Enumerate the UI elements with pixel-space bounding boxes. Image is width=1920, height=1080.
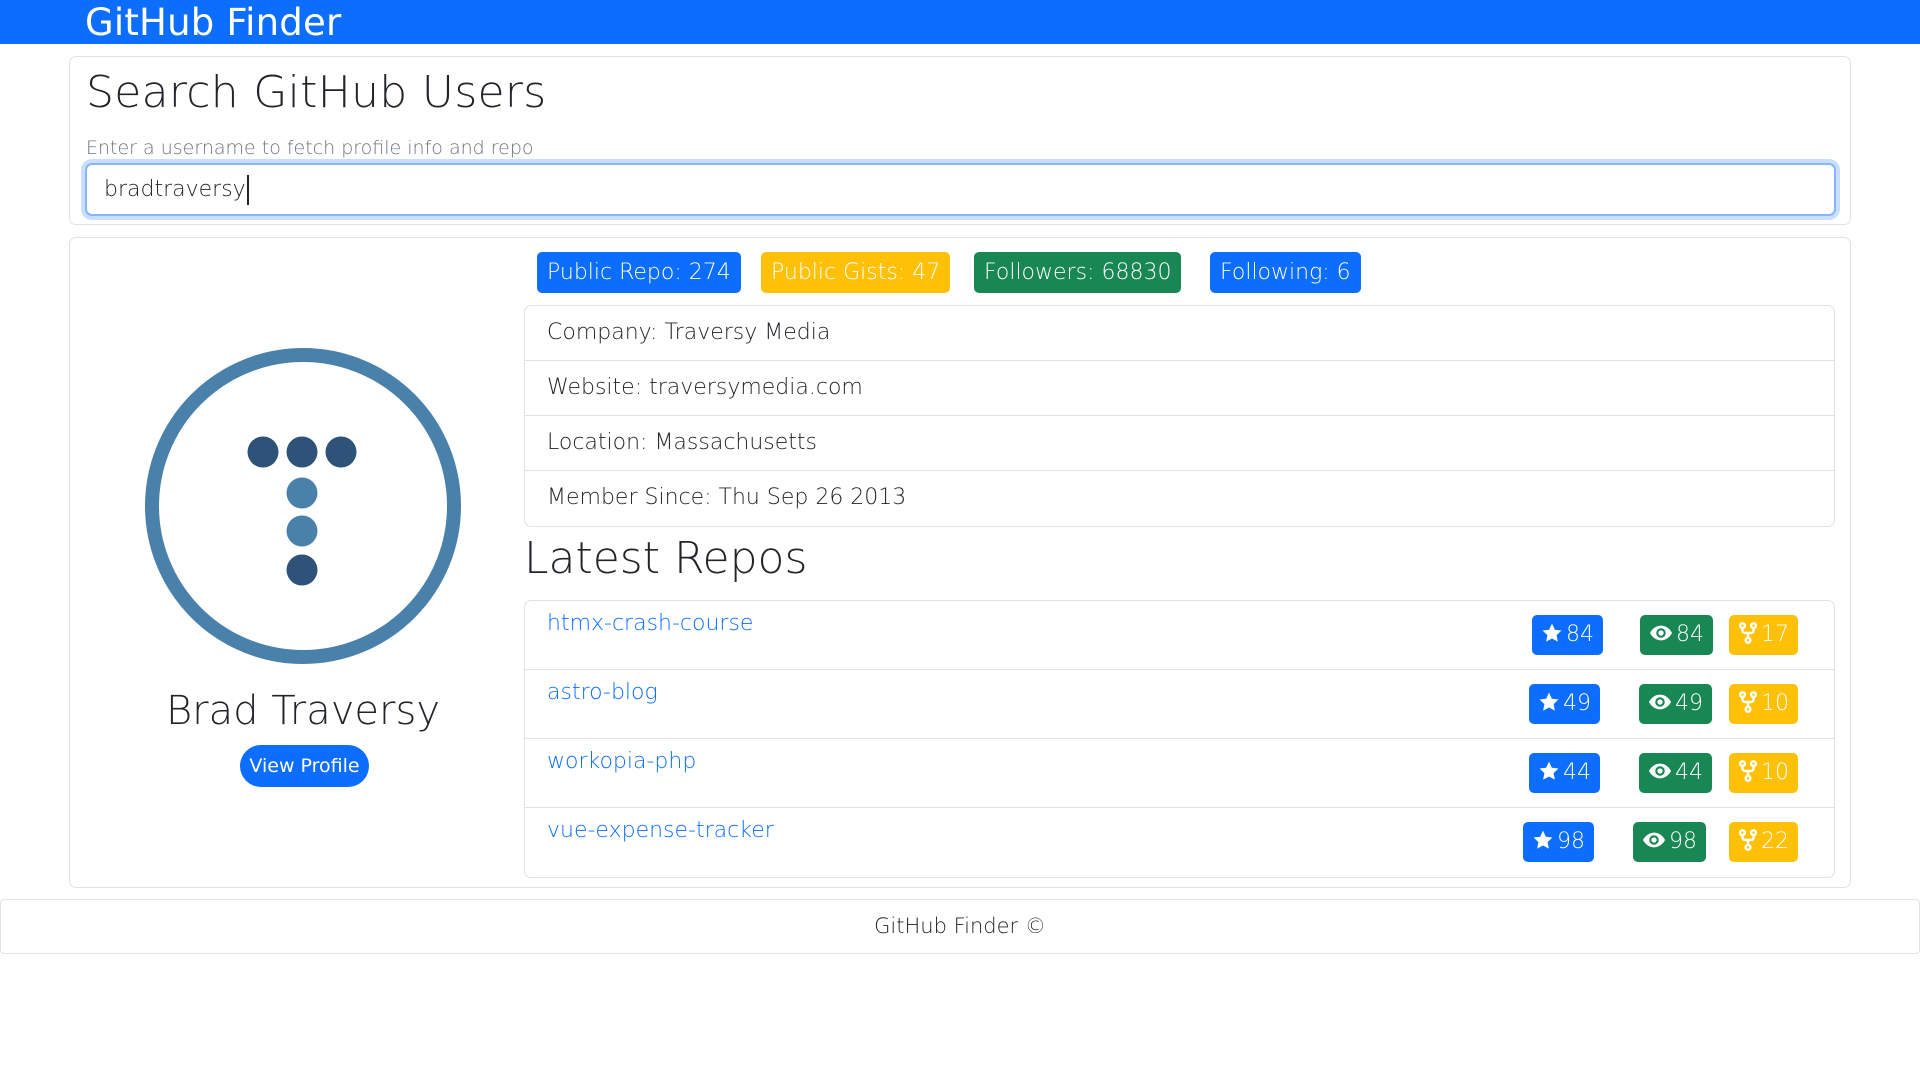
watchers-badge: 44 (1639, 753, 1712, 793)
view-profile-button[interactable]: View Profile (240, 745, 369, 787)
profile-card: Brad Traversy View Profile Public Repo: … (69, 237, 1851, 888)
star-icon (1539, 692, 1559, 711)
eye-icon (1649, 694, 1671, 710)
repo-list: htmx-crash-course 84 84 17 astro-blog 49… (524, 600, 1835, 878)
info-location: Location: Massachusetts (525, 416, 1834, 471)
star-icon (1533, 830, 1553, 849)
following-badge: Following: 6 (1210, 252, 1361, 293)
repo-row: htmx-crash-course 84 84 17 (525, 601, 1834, 670)
footer: GitHub Finder © (0, 899, 1920, 954)
fork-icon (1738, 760, 1758, 782)
search-hint: Enter a username to fetch profile info a… (86, 137, 534, 159)
repo-row: vue-expense-tracker 98 98 22 (525, 808, 1834, 877)
info-company: Company: Traversy Media (525, 306, 1834, 361)
star-icon (1542, 623, 1562, 642)
repo-row: astro-blog 49 49 10 (525, 670, 1834, 739)
stars-badge: 44 (1529, 753, 1600, 793)
forks-badge: 10 (1729, 684, 1798, 724)
public-repos-badge: Public Repo: 274 (537, 252, 741, 293)
latest-repos-title: Latest Repos (524, 533, 808, 584)
forks-badge: 17 (1729, 615, 1798, 655)
eye-icon (1643, 832, 1665, 848)
brand-title[interactable]: GitHub Finder (85, 0, 341, 46)
followers-badge: Followers: 68830 (974, 252, 1182, 293)
info-member-since: Member Since: Thu Sep 26 2013 (547, 485, 907, 510)
profile-name: Brad Traversy (165, 688, 440, 734)
watchers-badge: 84 (1640, 615, 1713, 655)
search-title: Search GitHub Users (86, 67, 547, 118)
stars-badge: 49 (1529, 684, 1600, 724)
repo-link[interactable]: workopia-php (547, 749, 696, 774)
repo-link[interactable]: astro-blog (547, 680, 658, 705)
star-icon (1539, 761, 1559, 780)
repo-row: workopia-php 44 44 10 (525, 739, 1834, 808)
eye-icon (1650, 625, 1672, 641)
profile-info-list: Company: Traversy Media Website: travers… (524, 305, 1835, 527)
search-input[interactable]: bradtraversy (85, 163, 1836, 216)
forks-badge: 22 (1729, 822, 1798, 862)
repo-link[interactable]: htmx-crash-course (547, 611, 753, 636)
text-caret (246, 175, 249, 205)
stars-badge: 84 (1532, 615, 1603, 655)
fork-icon (1738, 691, 1758, 713)
search-input-value: bradtraversy (104, 175, 249, 205)
search-card: Search GitHub Users Enter a username to … (69, 56, 1851, 225)
info-website: Website: traversymedia.com (525, 361, 1834, 416)
fork-icon (1738, 622, 1758, 644)
watchers-badge: 49 (1639, 684, 1712, 724)
eye-icon (1649, 763, 1671, 779)
forks-badge: 10 (1729, 753, 1798, 793)
repo-link[interactable]: vue-expense-tracker (547, 818, 774, 843)
avatar (145, 348, 461, 664)
navbar: GitHub Finder (0, 0, 1920, 44)
public-gists-badge: Public Gists: 47 (761, 252, 951, 293)
fork-icon (1738, 829, 1758, 851)
watchers-badge: 98 (1633, 822, 1706, 862)
stars-badge: 98 (1523, 822, 1594, 862)
